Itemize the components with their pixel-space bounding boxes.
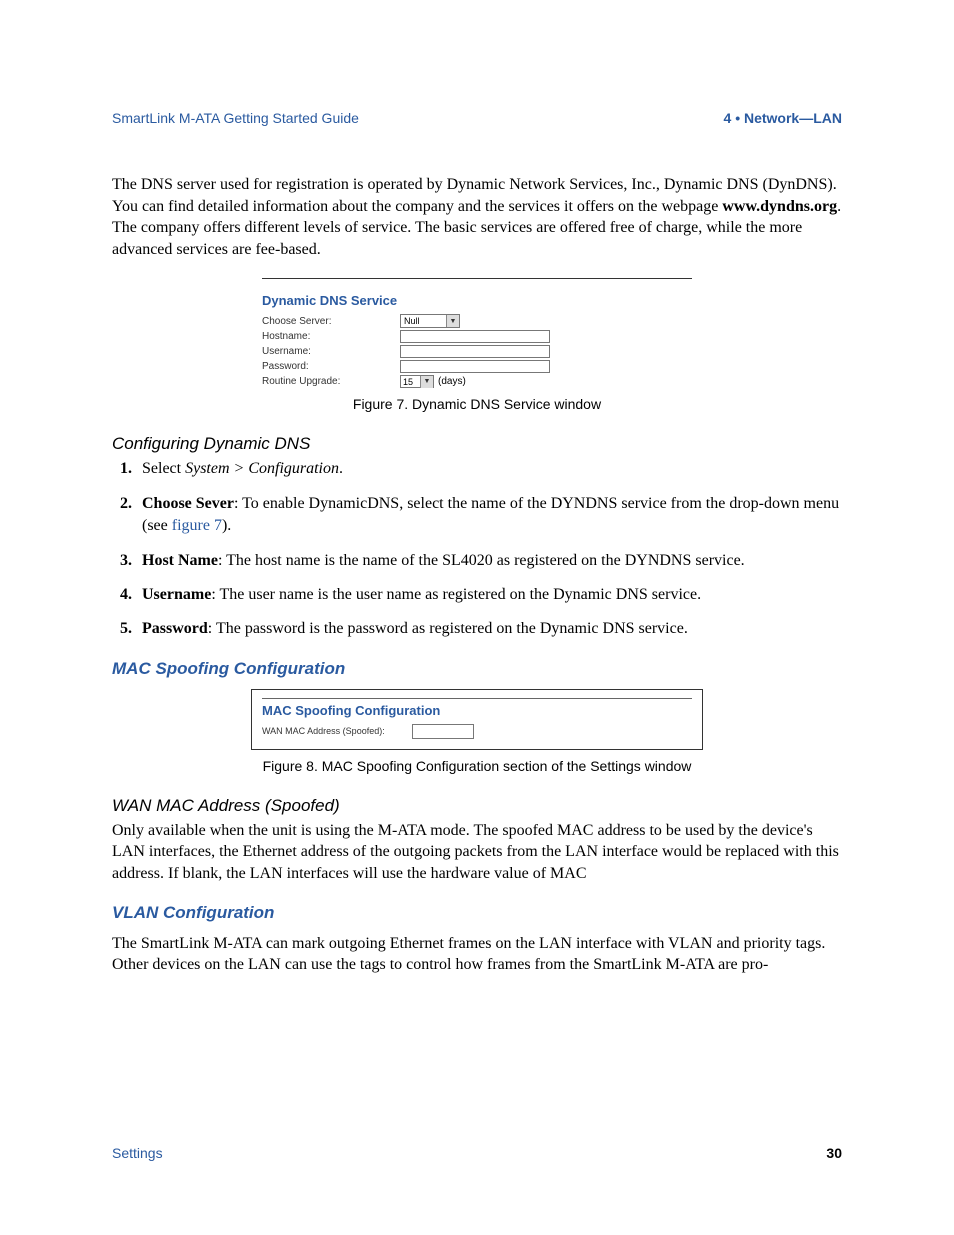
figure-7-link[interactable]: figure 7 bbox=[172, 517, 222, 534]
figure-8-caption: Figure 8. MAC Spoofing Configuration sec… bbox=[112, 758, 842, 774]
row-username: Username: bbox=[262, 345, 692, 358]
step-2-bold: Choose Sever bbox=[142, 495, 234, 512]
header-left: SmartLink M-ATA Getting Started Guide bbox=[112, 110, 359, 126]
configuring-dns-steps: Select System > Configuration. Choose Se… bbox=[112, 458, 842, 640]
row-password: Password: bbox=[262, 360, 692, 373]
figure-8-panel: MAC Spoofing Configuration WAN MAC Addre… bbox=[251, 689, 703, 750]
wan-mac-paragraph: Only available when the unit is using th… bbox=[112, 820, 842, 885]
choose-server-value: Null bbox=[404, 316, 420, 326]
routine-upgrade-select[interactable]: 15 ▼ bbox=[400, 375, 434, 388]
step-2: Choose Sever: To enable DynamicDNS, sele… bbox=[136, 493, 842, 538]
step-1-path: System > Configuration bbox=[185, 460, 339, 477]
page-footer: Settings 30 bbox=[112, 1145, 842, 1161]
label-wan-mac: WAN MAC Address (Spoofed): bbox=[262, 726, 412, 736]
row-hostname: Hostname: bbox=[262, 330, 692, 343]
row-choose-server: Choose Server: Null ▼ bbox=[262, 314, 692, 328]
days-text: (days) bbox=[438, 376, 466, 387]
chevron-down-icon: ▼ bbox=[446, 315, 459, 327]
intro-paragraph: The DNS server used for registration is … bbox=[112, 174, 842, 260]
mac-spoofing-heading: MAC Spoofing Configuration bbox=[112, 659, 842, 679]
vlan-paragraph: The SmartLink M-ATA can mark outgoing Et… bbox=[112, 933, 842, 976]
step-3: Host Name: The host name is the name of … bbox=[136, 550, 842, 572]
figure-8-title: MAC Spoofing Configuration bbox=[262, 703, 692, 718]
choose-server-select[interactable]: Null ▼ bbox=[400, 314, 460, 328]
intro-url: www.dyndns.org bbox=[722, 198, 837, 215]
figure-7-caption: Figure 7. Dynamic DNS Service window bbox=[112, 396, 842, 412]
row-routine-upgrade: Routine Upgrade: 15 ▼ (days) bbox=[262, 375, 692, 388]
step-1: Select System > Configuration. bbox=[136, 458, 842, 480]
figure-7-title: Dynamic DNS Service bbox=[262, 293, 692, 308]
figure-7-panel: Dynamic DNS Service Choose Server: Null … bbox=[262, 278, 692, 388]
label-password: Password: bbox=[262, 361, 400, 372]
step-2-text: : To enable DynamicDNS, select the name … bbox=[142, 495, 839, 534]
label-choose-server: Choose Server: bbox=[262, 316, 400, 327]
step-1-pre: Select bbox=[142, 460, 185, 477]
step-3-bold: Host Name bbox=[142, 552, 218, 569]
footer-page-number: 30 bbox=[826, 1145, 842, 1161]
step-5-text: : The password is the password as regist… bbox=[208, 620, 688, 637]
footer-left: Settings bbox=[112, 1145, 163, 1161]
step-5-bold: Password bbox=[142, 620, 208, 637]
header-right: 4 • Network—LAN bbox=[724, 110, 842, 126]
label-routine-upgrade: Routine Upgrade: bbox=[262, 376, 400, 387]
step-2-after: ). bbox=[222, 517, 231, 534]
hostname-input[interactable] bbox=[400, 330, 550, 343]
label-hostname: Hostname: bbox=[262, 331, 400, 342]
configuring-dns-heading: Configuring Dynamic DNS bbox=[112, 434, 842, 454]
label-username: Username: bbox=[262, 346, 400, 357]
username-input[interactable] bbox=[400, 345, 550, 358]
row-wan-mac: WAN MAC Address (Spoofed): bbox=[262, 724, 692, 739]
step-4: Username: The user name is the user name… bbox=[136, 584, 842, 606]
password-input[interactable] bbox=[400, 360, 550, 373]
step-1-post: . bbox=[339, 460, 343, 477]
wan-mac-input[interactable] bbox=[412, 724, 474, 739]
vlan-heading: VLAN Configuration bbox=[112, 903, 842, 923]
routine-upgrade-value: 15 bbox=[403, 377, 413, 387]
step-3-text: : The host name is the name of the SL402… bbox=[218, 552, 745, 569]
chevron-down-icon: ▼ bbox=[420, 376, 433, 388]
page-header: SmartLink M-ATA Getting Started Guide 4 … bbox=[112, 110, 842, 126]
step-4-text: : The user name is the user name as regi… bbox=[211, 586, 701, 603]
wan-mac-subheading: WAN MAC Address (Spoofed) bbox=[112, 796, 842, 816]
step-5: Password: The password is the password a… bbox=[136, 618, 842, 640]
step-4-bold: Username bbox=[142, 586, 211, 603]
